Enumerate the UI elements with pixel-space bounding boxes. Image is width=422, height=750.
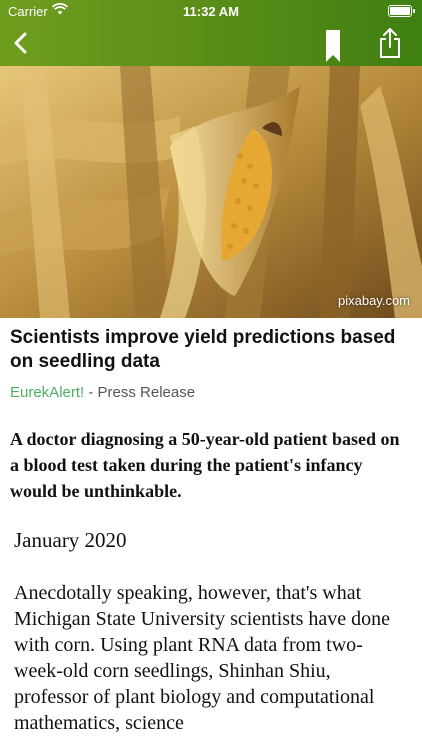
share-icon <box>380 28 400 58</box>
source-type-label: - Press Release <box>84 384 196 401</box>
share-button[interactable] <box>376 26 404 60</box>
article-body: Anecdotally speaking, however, that's wh… <box>14 582 391 734</box>
article-source: EurekAlert! - Press Release <box>10 384 195 401</box>
article-title: Scientists improve yield predictions bas… <box>10 327 396 372</box>
article-hero-image: pixabay.com <box>0 66 422 318</box>
battery-icon <box>388 5 415 17</box>
status-time: 11:32 AM <box>183 4 239 19</box>
corn-field-photo <box>0 66 422 318</box>
image-credit: pixabay.com <box>337 293 410 308</box>
bookmark-button[interactable] <box>322 28 344 64</box>
back-button[interactable] <box>8 28 34 58</box>
article-date: January 2020 <box>14 528 127 552</box>
status-bar: Carrier 11:32 AM <box>0 0 422 22</box>
navigation-bar: Carrier 11:32 AM <box>0 0 422 66</box>
source-link[interactable]: EurekAlert! <box>10 384 84 401</box>
bookmark-icon <box>326 30 340 62</box>
article-lead: A doctor diagnosing a 50-year-old patien… <box>10 429 400 501</box>
chevron-left-icon <box>14 32 27 54</box>
